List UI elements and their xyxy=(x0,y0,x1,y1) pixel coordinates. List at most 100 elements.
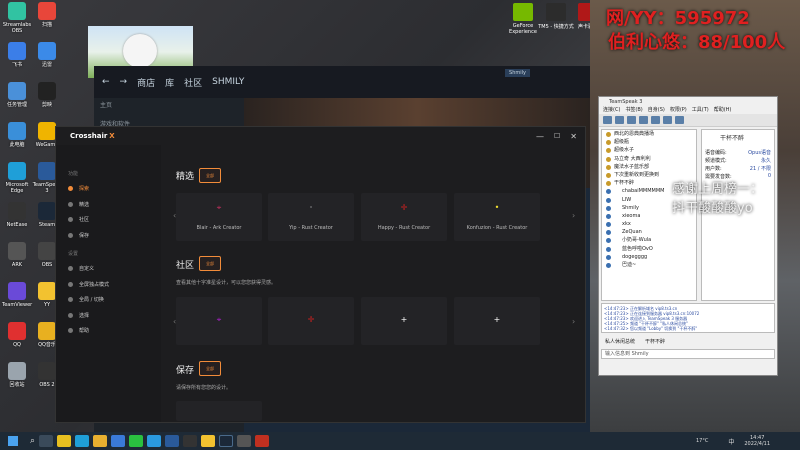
ts-menu-item[interactable]: 连接(C) xyxy=(603,106,620,114)
desktop-icon[interactable]: Microsoft Edge xyxy=(2,162,32,194)
community-card[interactable]: ✛ xyxy=(268,297,354,345)
nav-item[interactable]: 自定义 xyxy=(56,261,161,277)
ts-menu-item[interactable]: 书签(B) xyxy=(625,106,642,114)
ts-channel[interactable]: 超级瓶 xyxy=(602,138,696,146)
featured-card[interactable]: ⌖ Blair - Ark Creator xyxy=(176,193,262,241)
desktop-icon[interactable]: 任务管理 xyxy=(2,82,32,108)
search-icon[interactable]: ⌕ xyxy=(30,436,35,446)
desktop-icon[interactable]: QQ xyxy=(2,322,32,348)
chat-icon[interactable] xyxy=(675,116,684,124)
app-icon[interactable] xyxy=(255,435,270,447)
desktop-icon[interactable]: 剪映 xyxy=(32,82,62,108)
saved-card[interactable] xyxy=(176,401,262,421)
community-all-button[interactable]: 全部 xyxy=(199,256,221,271)
weather-temp[interactable]: 17°C xyxy=(696,438,708,444)
chrome-icon[interactable] xyxy=(57,435,72,447)
ts-channel[interactable]: 魔法水子蓝乐部 xyxy=(602,163,696,171)
desktop-icon[interactable]: 此电脑 xyxy=(2,122,32,148)
edge-icon[interactable] xyxy=(75,435,90,447)
minimize-icon[interactable]: — xyxy=(536,132,544,141)
featured-next-icon[interactable]: › xyxy=(572,211,575,220)
ts-info-value: 永久 xyxy=(760,158,771,164)
clock[interactable]: 14:47 2022/4/11 xyxy=(744,435,770,447)
forward-icon[interactable]: → xyxy=(120,77,128,87)
app-icon xyxy=(8,242,26,260)
ts-channel[interactable]: 西北的恩典典播场 xyxy=(602,130,696,138)
ts-menu-item[interactable]: 自身(S) xyxy=(648,106,665,114)
ts-user[interactable]: ZeQuan xyxy=(602,228,696,236)
ts-menu-item[interactable]: 帮助(H) xyxy=(714,106,732,114)
saved-all-button[interactable]: 全部 xyxy=(199,361,221,376)
ts-user[interactable]: xkx xyxy=(602,220,696,228)
ts-chat-input[interactable]: 输入信息到 Shmily xyxy=(601,349,775,359)
disconnect-icon[interactable] xyxy=(615,116,624,124)
ts-user[interactable]: 小奶哥-Wula xyxy=(602,236,696,244)
steam-nav-user[interactable]: SHMILY xyxy=(212,77,244,87)
desktop-icon[interactable]: 回收站 xyxy=(2,362,32,388)
nav-item[interactable]: 全局 / 切换 xyxy=(56,292,161,308)
store-icon[interactable] xyxy=(111,435,126,447)
featured-all-button[interactable]: 全部 xyxy=(199,168,221,183)
steam-nav-store[interactable]: 商店 xyxy=(137,76,155,89)
community-card[interactable]: ⌖ xyxy=(176,297,262,345)
toolbar-app[interactable]: TM5 - 快捷方式 xyxy=(538,3,574,30)
featured-card[interactable]: ✛ Happy - Rust Creator xyxy=(361,193,447,241)
obs-icon[interactable] xyxy=(183,435,198,447)
nav-item[interactable]: 精选 xyxy=(56,197,161,213)
windows-start-icon[interactable] xyxy=(8,436,18,446)
wechat-icon[interactable] xyxy=(129,435,144,447)
taskview-icon[interactable] xyxy=(39,435,54,447)
desktop-icon[interactable]: ARK xyxy=(2,242,32,268)
nav-item[interactable]: 选择 xyxy=(56,308,161,324)
desktop-icon[interactable]: 飞书 xyxy=(2,42,32,68)
desktop-icon[interactable]: NetEase xyxy=(2,202,32,228)
mute-speaker-icon[interactable] xyxy=(651,116,660,124)
ts-user[interactable]: 蓝色呼啦OvO xyxy=(602,245,696,253)
featured-card[interactable]: • Konfuzion - Rust Creator xyxy=(454,193,540,241)
ts-channel[interactable]: 马立奇 大西利利 xyxy=(602,155,696,163)
lang-indicator[interactable]: 中 xyxy=(728,437,734,446)
crosshair-icon[interactable] xyxy=(237,435,252,447)
ts-channel[interactable]: 超级水子 xyxy=(602,146,696,154)
app-icon xyxy=(38,202,56,220)
steam-nav-community[interactable]: 社区 xyxy=(184,76,202,89)
bookmark-icon[interactable] xyxy=(627,116,636,124)
nav-item[interactable]: 探索 xyxy=(56,181,161,197)
ts-tab-channel[interactable]: 干杯不醉 xyxy=(645,338,665,345)
community-next-icon[interactable]: › xyxy=(572,317,575,326)
desktop-icon[interactable]: TeamViewer xyxy=(2,282,32,308)
desktop-icon[interactable]: 迅雷 xyxy=(32,42,62,68)
desktop-icon[interactable]: Streamlabs OBS xyxy=(2,2,32,34)
back-icon[interactable]: ← xyxy=(102,77,110,87)
desktop-icon[interactable]: 扫描 xyxy=(32,2,62,28)
toolbar-app[interactable]: GeForce Experience xyxy=(505,3,541,35)
featured-card[interactable]: · Yip - Rust Creator xyxy=(268,193,354,241)
nav-item[interactable]: 社区 xyxy=(56,212,161,228)
nav-item[interactable]: 全屏独占模式 xyxy=(56,277,161,293)
ts-menu-item[interactable]: 权限(P) xyxy=(670,106,687,114)
steam-home[interactable]: 主页 xyxy=(94,98,244,111)
nav-item[interactable]: 保存 xyxy=(56,228,161,244)
connect-icon[interactable] xyxy=(603,116,612,124)
desktop-icon-label: NetEase xyxy=(6,222,28,228)
steam-nav-library[interactable]: 库 xyxy=(165,76,174,89)
ts-user[interactable]: dogegggg xyxy=(602,253,696,261)
nav-item-label: 社区 xyxy=(79,217,90,224)
teamspeak-icon[interactable] xyxy=(165,435,180,447)
away-icon[interactable] xyxy=(663,116,672,124)
maximize-icon[interactable]: ☐ xyxy=(554,132,560,140)
ts-tab-private[interactable]: 私人休闲总统 xyxy=(605,338,635,345)
explorer-icon[interactable] xyxy=(93,435,108,447)
ts-menu-item[interactable]: 工具(T) xyxy=(692,106,709,114)
steam-icon[interactable] xyxy=(219,435,234,447)
close-icon[interactable]: ✕ xyxy=(570,132,577,141)
nav-item-label: 保存 xyxy=(79,232,90,239)
ts-user[interactable]: 巴迪~ xyxy=(602,261,696,269)
community-card[interactable]: + xyxy=(454,297,540,345)
mute-mic-icon[interactable] xyxy=(639,116,648,124)
nav-item[interactable]: 帮助 xyxy=(56,323,161,339)
qq-icon[interactable] xyxy=(147,435,162,447)
yy-icon[interactable] xyxy=(201,435,216,447)
community-card[interactable]: + xyxy=(361,297,447,345)
steam-user-chip[interactable]: Shmily xyxy=(505,69,530,77)
